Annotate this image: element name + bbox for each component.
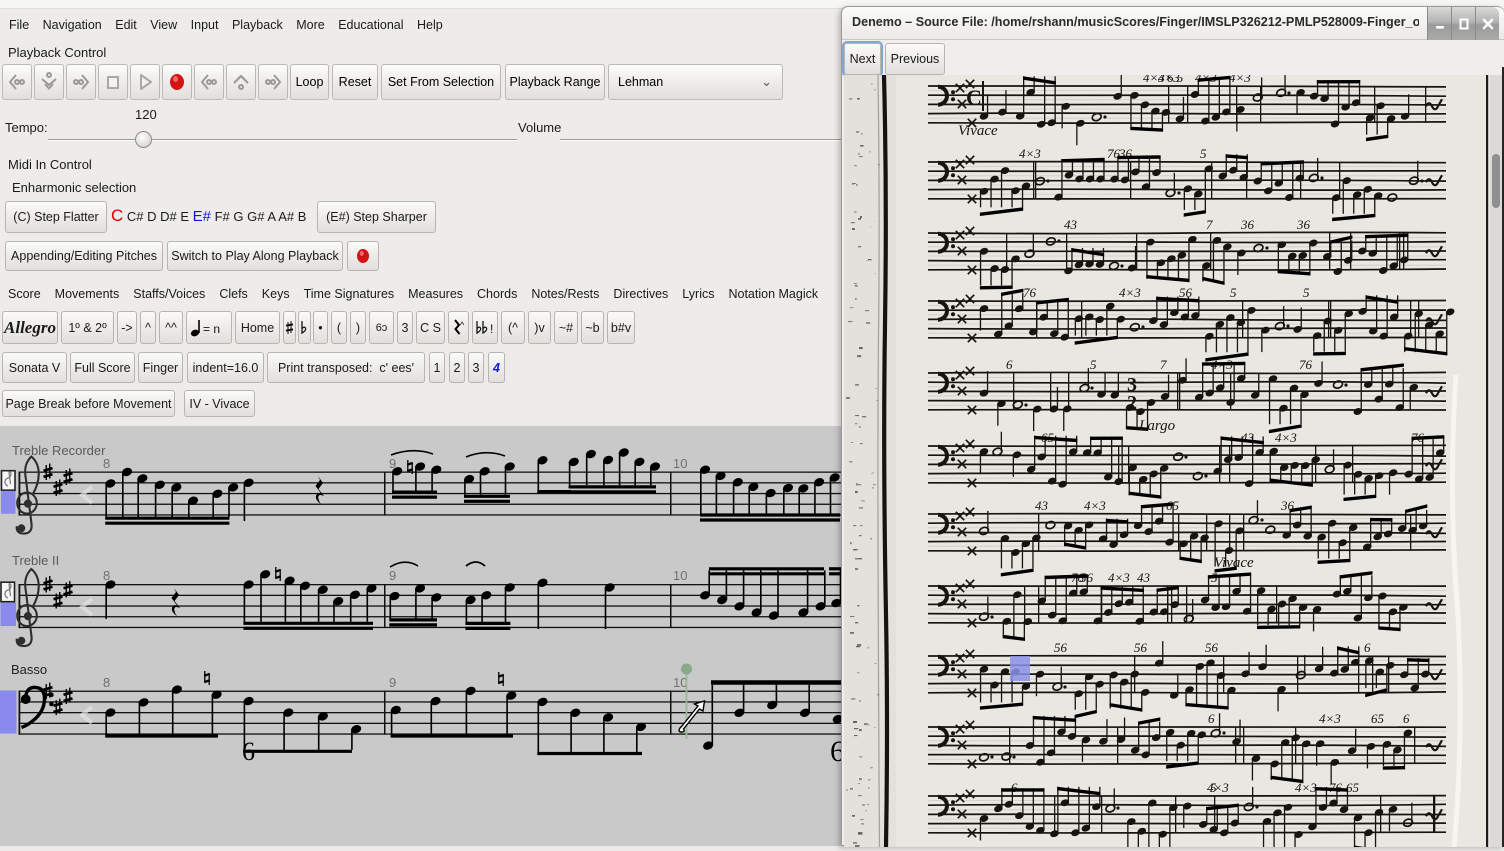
svg-text:Basso: Basso (11, 662, 47, 677)
svg-text:Vivace: Vivace (958, 123, 998, 139)
svg-text:56: 56 (1054, 640, 1068, 655)
svg-text:6: 6 (242, 737, 255, 766)
svg-text:4×3: 4×3 (1084, 498, 1106, 513)
svg-text:36: 36 (1240, 217, 1255, 232)
svg-text:4×3: 4×3 (1295, 780, 1317, 795)
svg-text:4×3: 4×3 (1019, 146, 1041, 161)
svg-text:!: ! (490, 322, 493, 336)
svg-text:= n: = n (203, 322, 220, 336)
svg-text:Largo: Largo (1138, 418, 1176, 434)
svg-text:10: 10 (673, 456, 687, 471)
svg-text:5: 5 (1090, 357, 1097, 372)
svg-text:7: 7 (1206, 217, 1213, 232)
svg-text:6: 6 (1364, 640, 1371, 655)
svg-text:C: C (966, 85, 982, 110)
svg-text:2: 2 (1127, 392, 1137, 414)
svg-text:56: 56 (1179, 285, 1193, 300)
svg-text:8: 8 (103, 568, 110, 583)
svg-text:76: 76 (1329, 780, 1343, 795)
svg-text:76: 76 (1023, 285, 1037, 300)
svg-text:5: 5 (1303, 285, 1310, 300)
svg-text:5: 5 (1210, 780, 1217, 795)
svg-text:Treble II: Treble II (12, 553, 59, 568)
svg-text:43: 43 (1137, 570, 1151, 585)
svg-text:56: 56 (1134, 640, 1148, 655)
svg-text:10: 10 (673, 675, 687, 690)
svg-text:7: 7 (1160, 357, 1167, 372)
svg-text:4×3: 4×3 (1319, 711, 1341, 726)
svg-text:76: 76 (1299, 357, 1313, 372)
svg-text:4×3: 4×3 (1119, 285, 1141, 300)
svg-text:4×3: 4×3 (1108, 570, 1130, 585)
svg-text:6: 6 (1208, 711, 1215, 726)
svg-text:43: 43 (1035, 498, 1049, 513)
svg-text:65: 65 (1371, 711, 1385, 726)
svg-text:4×3: 4×3 (1143, 75, 1165, 85)
svg-text:9: 9 (389, 675, 396, 690)
svg-text:5: 5 (1230, 285, 1237, 300)
svg-text:6: 6 (1006, 357, 1013, 372)
svg-text:43: 43 (1064, 217, 1078, 232)
svg-text:6: 6 (1403, 711, 1410, 726)
svg-text:36: 36 (1296, 217, 1311, 232)
svg-text:Vivace: Vivace (1214, 555, 1254, 571)
svg-text:56: 56 (1205, 640, 1219, 655)
svg-text:5: 5 (1200, 146, 1207, 161)
svg-text:Treble Recorder: Treble Recorder (12, 443, 106, 458)
svg-text:9: 9 (389, 568, 396, 583)
svg-text:10: 10 (673, 568, 687, 583)
svg-text:8: 8 (103, 456, 110, 471)
svg-text:4×3: 4×3 (1275, 430, 1297, 445)
svg-text:4×3: 4×3 (1229, 75, 1251, 85)
svg-text:8: 8 (103, 675, 110, 690)
svg-text:^: ^ (460, 320, 465, 330)
